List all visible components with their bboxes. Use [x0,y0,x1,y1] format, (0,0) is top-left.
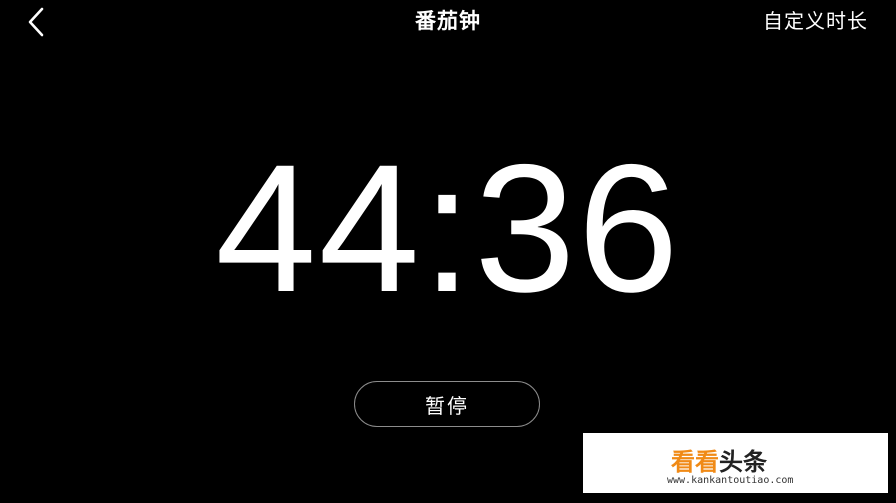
watermark-brand-part1: 看看 [671,448,719,476]
pause-button[interactable]: 暂停 [354,381,540,427]
watermark: 看看头条 www.kankantoutiao.com [583,433,888,493]
watermark-logo: 看看头条 [671,447,767,477]
watermark-brand-part2: 头条 [719,448,767,476]
watermark-url: www.kankantoutiao.com [667,475,794,486]
countdown-timer: 44:36 [215,126,681,330]
pomodoro-screen: 番茄钟 自定义时长 44:36 暂停 看看头条 www.kankantoutia… [0,0,896,503]
page-title: 番茄钟 [415,9,481,33]
header: 番茄钟 自定义时长 [0,0,896,44]
custom-duration-button[interactable]: 自定义时长 [763,6,868,36]
